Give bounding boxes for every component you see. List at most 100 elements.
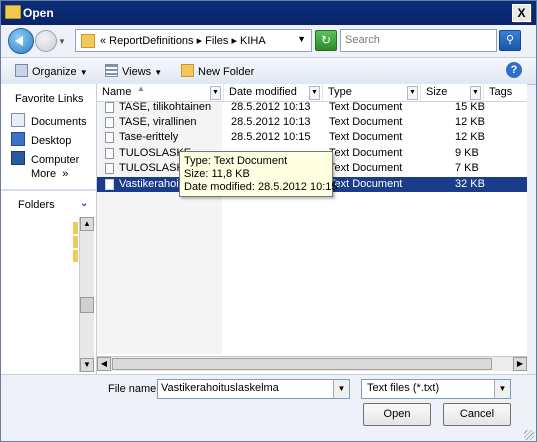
sidebar-item-computer[interactable]: Computer: [11, 151, 79, 166]
new-folder-button[interactable]: New Folder: [181, 64, 254, 78]
folder-tree-scrollbar[interactable]: ▲ ▼: [79, 217, 94, 372]
dialog-footer: File name: Vastikerahoituslaskelma ▼ Tex…: [1, 374, 536, 441]
forward-button[interactable]: [35, 30, 57, 52]
tooltip-date: Date modified: 28.5.2012 10:15: [184, 181, 338, 193]
column-date-modified[interactable]: Date modified ▼: [224, 84, 323, 101]
address-dropdown-icon[interactable]: ▼: [297, 34, 306, 44]
chevron-down-icon[interactable]: ▼: [333, 380, 349, 398]
documents-icon: [11, 113, 25, 127]
tooltip-type: Type: Text Document: [184, 155, 288, 167]
column-tags[interactable]: Tags: [484, 84, 527, 101]
file-type: Text Document: [329, 178, 403, 190]
help-icon[interactable]: ?: [506, 62, 522, 78]
navigation-pane: Favorite Links Documents Desktop Compute…: [1, 84, 97, 374]
horizontal-scrollbar[interactable]: ◀ ▶: [97, 356, 527, 371]
text-file-icon: [105, 148, 114, 159]
address-row: ▼ « ReportDefinitions ▸ Files ▸ KIHA ▼ ↻…: [1, 25, 536, 55]
file-name-input[interactable]: Vastikerahoituslaskelma ▼: [157, 379, 350, 399]
history-dropdown-icon[interactable]: ▼: [58, 37, 66, 46]
more-link[interactable]: More »: [31, 168, 68, 180]
file-row[interactable]: TASE, virallinen 28.5.2012 10:13 Text Do…: [97, 115, 527, 130]
column-filter-icon[interactable]: ▼: [470, 86, 481, 100]
text-file-icon: [105, 179, 114, 190]
file-size: 9 KB: [455, 147, 479, 159]
folders-label[interactable]: Folders: [18, 199, 55, 211]
file-size: 12 KB: [455, 131, 485, 143]
sidebar-item-label: Desktop: [31, 135, 72, 147]
sort-arrow-icon: ▲: [137, 84, 145, 93]
cancel-button[interactable]: Cancel: [443, 403, 511, 426]
file-name: TASE, virallinen: [119, 116, 197, 128]
text-file-icon: [105, 132, 114, 143]
folder-icon: [5, 5, 21, 19]
column-label: Tags: [489, 86, 513, 98]
sidebar-item-desktop[interactable]: Desktop: [11, 132, 71, 147]
back-button[interactable]: [8, 28, 34, 54]
column-type[interactable]: Type ▼: [323, 84, 421, 101]
file-list: Name ▲ ▼ Date modified ▼ Type ▼ Size ▼ T…: [97, 84, 527, 374]
address-bar[interactable]: « ReportDefinitions ▸ Files ▸ KIHA ▼: [75, 29, 312, 52]
new-folder-label: New Folder: [198, 66, 255, 78]
scroll-down-icon[interactable]: ▼: [80, 358, 94, 372]
file-date: 28.5.2012 10:13: [231, 116, 311, 128]
column-label: Size: [426, 86, 448, 98]
file-size: 15 KB: [455, 101, 485, 113]
scroll-thumb[interactable]: [112, 358, 492, 370]
column-name[interactable]: Name ▲ ▼: [97, 84, 224, 101]
window-title: Open: [23, 6, 54, 20]
file-type: Text Document: [329, 131, 403, 143]
search-icon[interactable]: ⚲: [499, 30, 521, 51]
computer-icon: [11, 151, 25, 165]
organize-label: Organize: [32, 66, 77, 78]
file-type: Text Document: [329, 116, 403, 128]
column-label: Date modified: [229, 86, 297, 98]
file-date: 28.5.2012 10:15: [231, 131, 311, 143]
pane-divider[interactable]: [1, 189, 96, 191]
text-file-icon: [105, 117, 114, 128]
refresh-button[interactable]: ↻: [315, 30, 337, 51]
title-bar[interactable]: Open X: [1, 1, 536, 25]
open-dialog: Open X ▼ « ReportDefinitions ▸ Files ▸ K…: [0, 0, 537, 442]
views-icon: [105, 64, 118, 77]
column-label: Type: [328, 86, 352, 98]
file-name: TASE, tilikohtainen: [119, 101, 212, 113]
search-placeholder: Search: [345, 34, 380, 46]
column-filter-icon[interactable]: ▼: [407, 86, 418, 100]
column-filter-icon[interactable]: ▼: [210, 86, 221, 100]
close-button[interactable]: X: [512, 4, 531, 22]
chevron-down-icon[interactable]: ⌄: [80, 198, 88, 209]
file-tooltip: Type: Text Document Size: 11,8 KB Date m…: [179, 151, 338, 197]
breadcrumb[interactable]: « ReportDefinitions ▸ Files ▸ KIHA: [100, 34, 266, 47]
scroll-thumb[interactable]: [80, 297, 94, 313]
views-button[interactable]: Views ▼: [105, 64, 162, 78]
desktop-icon: [11, 132, 25, 146]
folder-tree-icon: [73, 222, 78, 234]
scroll-up-icon[interactable]: ▲: [80, 217, 94, 231]
file-row[interactable]: TASE, tilikohtainen 28.5.2012 10:13 Text…: [97, 100, 527, 115]
file-type-select[interactable]: Text files (*.txt) ▼: [361, 379, 511, 399]
open-button[interactable]: Open: [363, 403, 431, 426]
resize-grip[interactable]: [524, 430, 534, 440]
scroll-left-icon[interactable]: ◀: [97, 357, 111, 371]
sidebar-item-documents[interactable]: Documents: [11, 113, 87, 128]
file-name: Tase-erittely: [119, 131, 179, 143]
chevron-down-icon[interactable]: ▼: [494, 380, 510, 398]
organize-icon: [15, 64, 28, 77]
search-input[interactable]: Search: [340, 29, 497, 52]
column-size[interactable]: Size ▼: [421, 84, 484, 101]
favorite-links-title: Favorite Links: [15, 93, 84, 105]
file-type: Text Document: [329, 101, 403, 113]
file-type-value: Text files (*.txt): [367, 382, 440, 394]
text-file-icon: [105, 102, 114, 113]
folder-tree-icon: [73, 236, 78, 248]
new-folder-icon: [181, 64, 194, 77]
tooltip-size: Size: 11,8 KB: [184, 168, 250, 180]
file-name: Vastikerahoit: [119, 178, 182, 190]
file-size: 7 KB: [455, 162, 479, 174]
text-file-icon: [105, 163, 114, 174]
file-row[interactable]: Tase-erittely 28.5.2012 10:15 Text Docum…: [97, 130, 527, 145]
file-date: 28.5.2012 10:13: [231, 101, 311, 113]
scroll-right-icon[interactable]: ▶: [513, 357, 527, 371]
column-filter-icon[interactable]: ▼: [309, 86, 320, 100]
organize-button[interactable]: Organize ▼: [15, 64, 88, 78]
